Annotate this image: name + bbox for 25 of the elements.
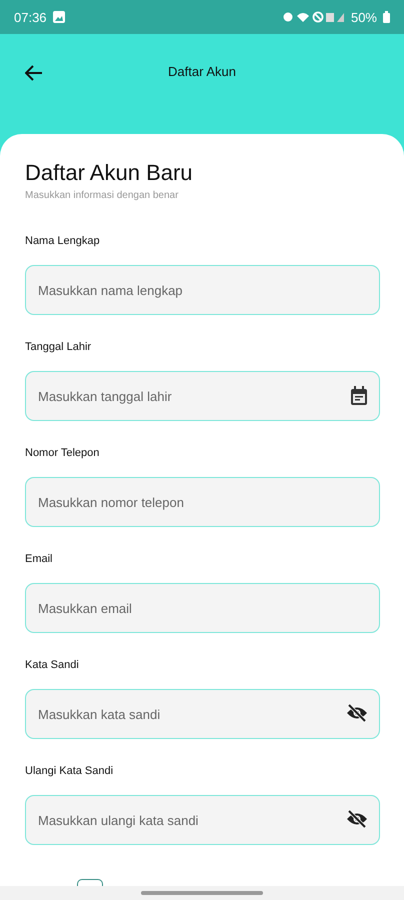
eye-off-icon[interactable] (346, 704, 368, 722)
status-time: 07:36 (14, 10, 47, 24)
input-field[interactable]: Masukkan nomor telepon (25, 477, 380, 527)
image-icon (52, 11, 65, 23)
input-field[interactable]: Masukkan email (25, 583, 380, 633)
eye-off-icon[interactable] (346, 810, 368, 828)
field-label: Tanggal Lahir (25, 341, 92, 353)
battery-icon (383, 11, 390, 23)
back-arrow-icon[interactable] (25, 65, 43, 81)
checkbox[interactable] (77, 879, 103, 886)
field-label: Email (25, 553, 53, 565)
status-icons-drawing (282, 11, 345, 23)
input-field[interactable]: Masukkan nama lengkap (25, 265, 380, 315)
input-field[interactable]: Masukkan tanggal lahir (25, 371, 380, 421)
calendar-icon[interactable] (350, 386, 368, 406)
field-label: Ulangi Kata Sandi (25, 765, 114, 777)
field-label: Nomor Telepon (25, 447, 100, 459)
form-subtitle: Masukkan informasi dengan benar (25, 190, 180, 201)
field-label: Nama Lengkap (25, 235, 100, 247)
input-field[interactable]: Masukkan ulangi kata sandi (25, 795, 380, 845)
field-label: Kata Sandi (25, 659, 79, 671)
form-title: Daftar Akun Baru (25, 160, 194, 186)
battery-percentage: 50% (350, 10, 377, 24)
page-title: Daftar Akun (168, 64, 236, 79)
input-field[interactable]: Masukkan kata sandi (25, 689, 380, 739)
